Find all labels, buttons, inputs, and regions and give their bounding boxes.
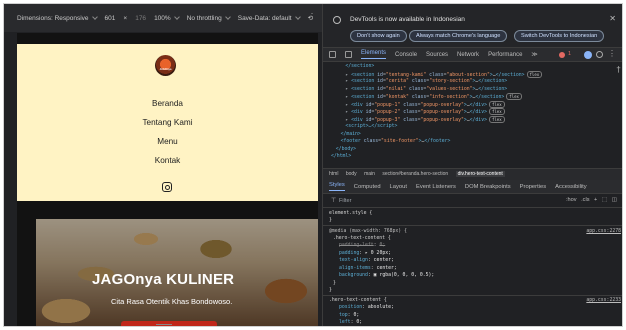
device-toggle-icon[interactable] bbox=[345, 51, 352, 58]
dom-node[interactable]: <footer class="site-footer">…</footer> bbox=[341, 138, 451, 146]
style-property[interactable]: padding-left: 0; bbox=[339, 242, 385, 250]
times-separator: × bbox=[123, 14, 128, 22]
infobar-message: DevTools is now available in Indonesian bbox=[350, 16, 465, 23]
divider bbox=[323, 295, 622, 296]
tab-dom-breakpoints[interactable]: DOM Breakpoints bbox=[465, 184, 511, 190]
rule-close: } bbox=[333, 281, 336, 286]
nav-link-beranda[interactable]: Beranda bbox=[17, 99, 318, 108]
inspect-element-icon[interactable] bbox=[329, 51, 336, 58]
tab-styles[interactable]: Styles bbox=[329, 182, 345, 191]
style-property[interactable]: top: 0; bbox=[339, 312, 359, 320]
new-style-rule-icon[interactable]: † bbox=[616, 66, 621, 74]
style-property[interactable]: background: ▣ rgba(0, 0, 0, 0.5); bbox=[339, 272, 434, 280]
browser-window: Dimensions: Responsive 601 × 176 100% No… bbox=[3, 3, 623, 327]
filter-input[interactable] bbox=[339, 196, 539, 206]
source-link[interactable]: app.css:2278 bbox=[586, 228, 621, 236]
dom-node[interactable]: </main> bbox=[341, 131, 361, 139]
device-preview-pane: Dimensions: Responsive 601 × 176 100% No… bbox=[4, 4, 322, 326]
close-icon[interactable]: ✕ bbox=[609, 14, 616, 23]
site-logo[interactable]: JAGOnya bbox=[155, 55, 176, 76]
dimensions-select[interactable]: Dimensions: Responsive bbox=[17, 15, 89, 22]
style-property[interactable]: position: absolute; bbox=[339, 304, 394, 312]
info-icon bbox=[333, 16, 341, 24]
style-tools[interactable]: :hov .cls + ⬚ ◫ bbox=[566, 197, 617, 203]
device-toolbar: Dimensions: Responsive 601 × 176 100% No… bbox=[4, 4, 322, 32]
tab-computed[interactable]: Computed bbox=[354, 184, 381, 190]
tab-elements[interactable]: Elements bbox=[361, 50, 387, 59]
save-data-select[interactable]: Save-Data: default bbox=[238, 15, 292, 22]
nav-link-menu[interactable]: Menu bbox=[17, 137, 318, 146]
style-property[interactable]: width: 100%; bbox=[339, 327, 374, 328]
breadcrumb-item[interactable]: section#beranda.hero-section bbox=[382, 171, 448, 177]
chevron-down-icon bbox=[173, 14, 180, 20]
error-count: 1 bbox=[567, 51, 571, 57]
switch-language-button[interactable]: Switch DevTools to Indonesian bbox=[514, 30, 605, 42]
dont-show-again-button[interactable]: Don't show again bbox=[350, 30, 407, 42]
devtools-tabbar: Elements Console Sources Network Perform… bbox=[323, 48, 622, 62]
nav-link-tentang-kami[interactable]: Tentang Kami bbox=[17, 118, 318, 127]
dom-node[interactable]: ▸ <section id="cerita" class="story-sect… bbox=[345, 78, 507, 86]
tab-sources[interactable]: Sources bbox=[426, 52, 448, 58]
width-input[interactable]: 601 bbox=[105, 15, 116, 22]
source-link[interactable]: app.css:2233 bbox=[586, 297, 621, 305]
dom-node[interactable]: </section> bbox=[345, 63, 374, 71]
breadcrumb-item-current[interactable]: div.hero-text-content bbox=[455, 171, 505, 177]
hero-section: JAGOnya KULINER Cita Rasa Otentik Khas B… bbox=[36, 219, 318, 326]
hero-title: JAGOnya KULINER bbox=[92, 271, 235, 288]
tab-accessibility[interactable]: Accessibility bbox=[555, 184, 587, 190]
styles-tabbar: Styles Computed Layout Event Listeners D… bbox=[323, 180, 622, 194]
tab-network[interactable]: Network bbox=[457, 52, 479, 58]
styles-pane: element.style { } @media (max-width: 768… bbox=[323, 208, 622, 328]
dom-node[interactable]: </html> bbox=[331, 153, 351, 161]
breadcrumb: html body main section#beranda.hero-sect… bbox=[323, 168, 622, 180]
zoom-select[interactable]: 100% bbox=[154, 15, 171, 22]
dom-node[interactable]: ▸ <section id="nilai" class="values-sect… bbox=[345, 86, 507, 94]
kebab-menu-icon[interactable]: ⋮ bbox=[608, 49, 616, 58]
style-property[interactable]: left: 0; bbox=[339, 319, 362, 326]
height-input[interactable]: 176 bbox=[135, 15, 146, 22]
dom-node[interactable]: </body> bbox=[336, 146, 356, 154]
chevron-down-icon bbox=[224, 14, 231, 20]
throttle-select[interactable]: No throttling bbox=[187, 15, 222, 22]
breadcrumb-item[interactable]: main bbox=[364, 171, 375, 177]
dom-node[interactable]: <script>…</script> bbox=[345, 123, 397, 131]
more-tabs-button[interactable]: ≫ bbox=[531, 51, 537, 58]
instagram-icon[interactable] bbox=[162, 182, 172, 192]
kebab-menu-icon[interactable]: ⋮ bbox=[308, 12, 316, 21]
hero-subtitle: Cita Rasa Otentik Khas Bondowoso. bbox=[111, 297, 233, 306]
element-style-rule[interactable]: element.style { bbox=[329, 210, 372, 218]
style-property[interactable]: padding: ▸ 0 20px; bbox=[339, 250, 391, 258]
style-property[interactable]: align-items: center; bbox=[339, 265, 397, 273]
gear-icon[interactable] bbox=[596, 51, 603, 58]
tab-properties[interactable]: Properties bbox=[520, 184, 546, 190]
dom-tree: </section> ▸ <section id="tentang-kami" c… bbox=[323, 62, 622, 168]
divider bbox=[323, 225, 622, 226]
mobile-nav-menu: JAGOnya Beranda Tentang Kami Menu Kontak bbox=[17, 44, 318, 201]
filter-icon: ⊤ bbox=[331, 198, 337, 204]
breadcrumb-item[interactable]: html bbox=[329, 171, 338, 177]
devtools-panel: DevTools is now available in Indonesian … bbox=[322, 4, 622, 328]
nav-link-kontak[interactable]: Kontak bbox=[17, 156, 318, 165]
language-infobar: DevTools is now available in Indonesian … bbox=[323, 4, 622, 48]
tab-layout[interactable]: Layout bbox=[390, 184, 407, 190]
avatar[interactable] bbox=[584, 51, 592, 59]
breadcrumb-item[interactable]: body bbox=[346, 171, 357, 177]
chevron-down-icon bbox=[91, 14, 98, 20]
resize-handle[interactable] bbox=[156, 324, 172, 326]
rule-close: } bbox=[329, 288, 332, 293]
styles-filter-bar: ⊤ :hov .cls + ⬚ ◫ bbox=[323, 194, 622, 208]
style-property[interactable]: text-align: center; bbox=[339, 257, 394, 265]
tab-event-listeners[interactable]: Event Listeners bbox=[416, 184, 456, 190]
match-language-button[interactable]: Always match Chrome's language bbox=[409, 30, 508, 42]
tab-console[interactable]: Console bbox=[395, 52, 417, 58]
error-icon[interactable] bbox=[559, 52, 565, 58]
rule-close: } bbox=[329, 218, 332, 223]
chevron-down-icon bbox=[294, 14, 301, 20]
tab-performance[interactable]: Performance bbox=[488, 52, 522, 58]
page-viewport: JAGOnya Beranda Tentang Kami Menu Kontak… bbox=[17, 33, 318, 326]
